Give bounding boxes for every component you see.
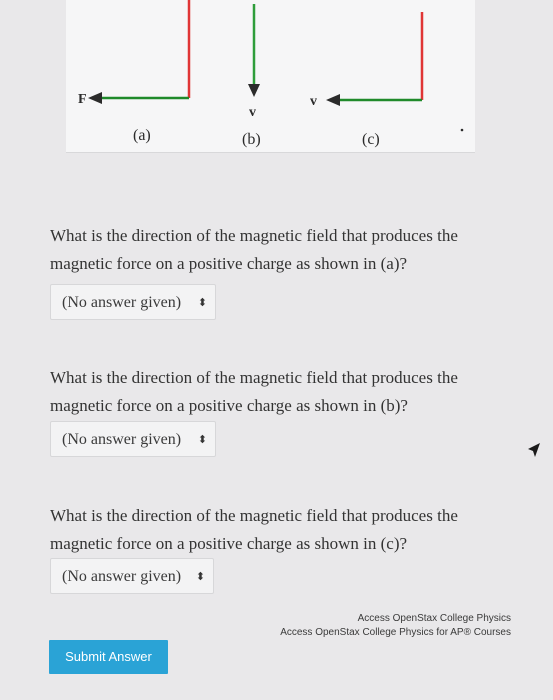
- answer-select-c[interactable]: (No answer given) ⬍: [50, 558, 214, 594]
- caption-b: (b): [242, 131, 261, 148]
- answer-select-a-value: (No answer given): [62, 294, 182, 311]
- physics-figure: F v v (a) (b) (c): [66, 0, 475, 153]
- question-c-text: What is the direction of the magnetic fi…: [50, 506, 458, 553]
- arrowhead-c: [326, 94, 340, 106]
- answer-select-b-value: (No answer given): [62, 431, 182, 448]
- select-caret-icon: ⬍: [195, 570, 205, 583]
- question-b-text: What is the direction of the magnetic fi…: [50, 368, 458, 415]
- select-caret-icon: ⬍: [197, 433, 207, 446]
- answer-select-c-value: (No answer given): [62, 568, 182, 585]
- caption-c: (c): [362, 131, 380, 148]
- openstax-ap-link[interactable]: Access OpenStax College Physics for AP® …: [280, 626, 511, 640]
- arrowhead-a: [88, 92, 102, 104]
- dot-mark: [460, 128, 464, 132]
- caption-a: (a): [133, 127, 151, 144]
- select-caret-icon: ⬍: [197, 296, 207, 309]
- velocity-label-b: v: [249, 105, 256, 120]
- answer-select-a[interactable]: (No answer given) ⬍: [50, 284, 216, 320]
- question-a-text: What is the direction of the magnetic fi…: [50, 226, 458, 273]
- velocity-label-c: v: [310, 94, 317, 109]
- arrowhead-b: [248, 84, 260, 97]
- openstax-link[interactable]: Access OpenStax College Physics: [358, 612, 511, 626]
- force-label: F: [78, 92, 87, 107]
- figure-diagram: F v v (a) (b) (c): [78, 0, 464, 148]
- mouse-cursor-icon: [528, 443, 540, 457]
- answer-select-b[interactable]: (No answer given) ⬍: [50, 421, 216, 457]
- submit-answer-button[interactable]: Submit Answer: [49, 640, 168, 674]
